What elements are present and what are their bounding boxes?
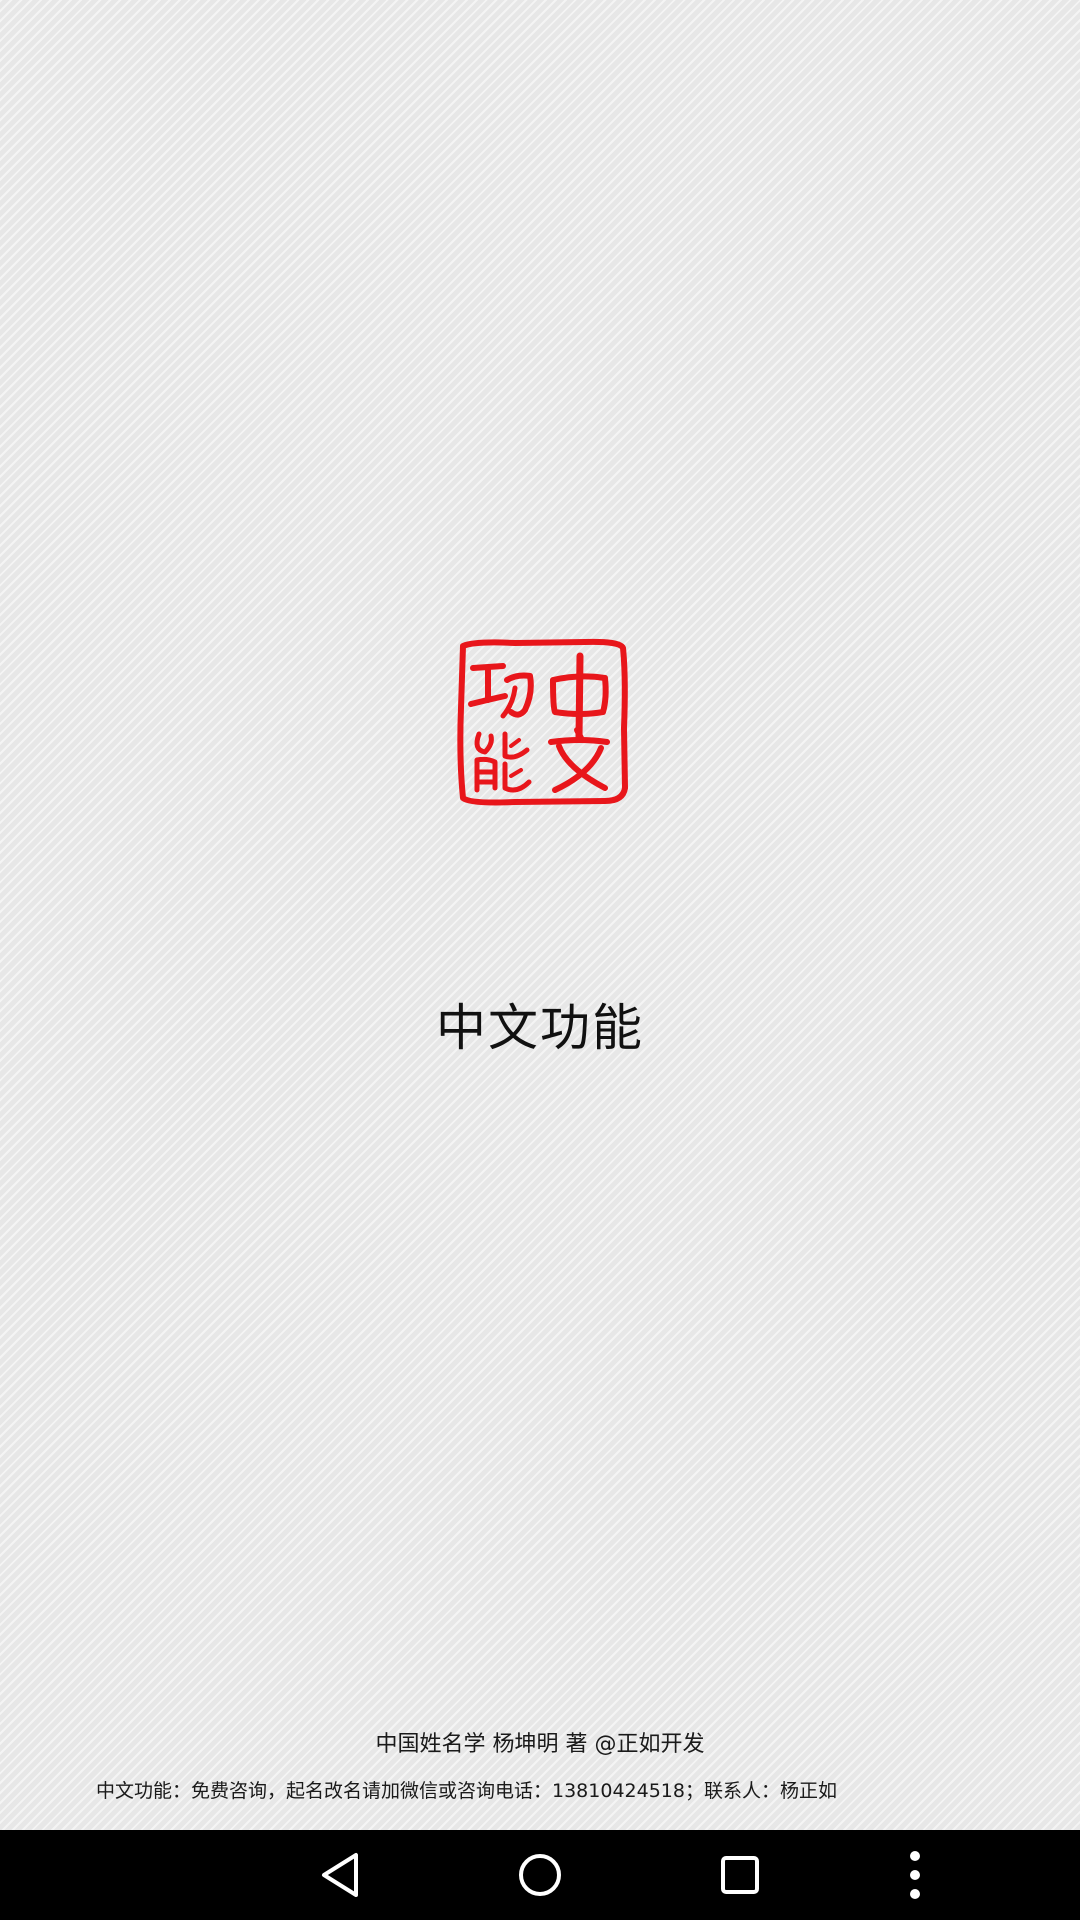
system-navigation-bar xyxy=(0,1830,1080,1920)
recents-square-icon xyxy=(721,1856,759,1894)
app-title: 中文功能 xyxy=(436,999,644,1057)
app-logo-seal xyxy=(455,638,629,806)
home-button[interactable] xyxy=(500,1830,580,1920)
seal-stamp-icon xyxy=(457,638,628,806)
home-circle-icon xyxy=(519,1854,561,1896)
splash-screen: 中文功能 中国姓名学 杨坤明 著 @正如开发 中文功能：免费咨询，起名改名请加微… xyxy=(0,0,1080,1830)
more-options-button[interactable] xyxy=(890,1830,940,1920)
recents-button[interactable] xyxy=(700,1830,780,1920)
back-triangle-icon xyxy=(322,1853,358,1897)
back-button[interactable] xyxy=(300,1830,380,1920)
author-credit: 中国姓名学 杨坤明 著 @正如开发 xyxy=(375,1732,705,1757)
more-vertical-icon xyxy=(910,1851,920,1899)
contact-info: 中文功能：免费咨询，起名改名请加微信或咨询电话：13810424518；联系人：… xyxy=(96,1780,837,1802)
